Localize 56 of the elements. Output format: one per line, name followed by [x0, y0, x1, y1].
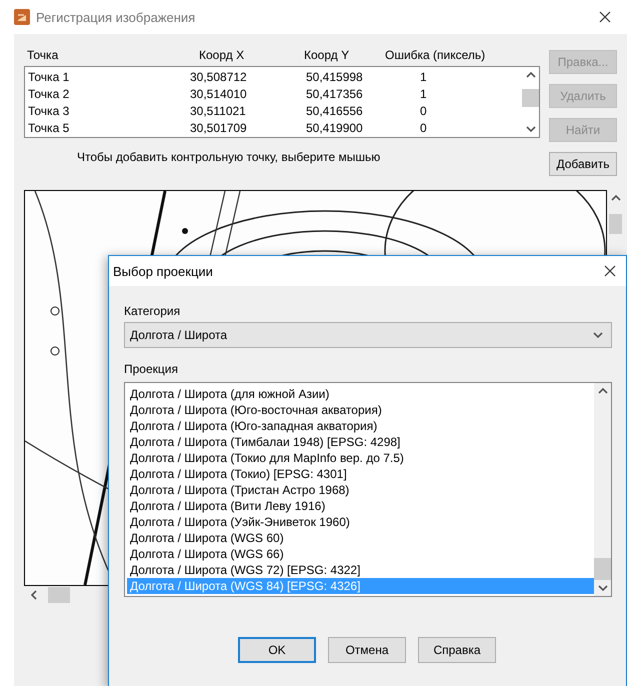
category-dropdown[interactable]: Долгота / Широта — [124, 322, 612, 348]
list-item[interactable]: Долгота / Широта (Токио) [EPSG: 4301] — [127, 466, 594, 482]
table-cell-text: 50,415998 — [306, 70, 364, 84]
table-cell-text: 30,514010 — [190, 86, 248, 100]
list-item[interactable]: Долгота / Широта (Юго-западная акватория) — [127, 418, 594, 434]
table-cell-text: Точка 3 — [28, 104, 70, 118]
table-cell-text: 0 — [419, 104, 428, 118]
scroll-up-icon[interactable] — [610, 194, 620, 202]
table-cell-text: 50,416556 — [306, 104, 364, 118]
list-item[interactable]: Долгота / Широта (Токио для MapInfo вер. до 7.5) — [127, 450, 594, 466]
close-icon[interactable] — [604, 265, 616, 277]
table-cell-text: Точка 1 — [28, 70, 70, 84]
side-button[interactable]: Добавить — [549, 152, 617, 176]
list-item[interactable]: Долгота / Широта (Тимбалаи 1948) [EPSG: 4298] — [127, 434, 594, 450]
list-item[interactable]: Долгота / Широта (Юго-восточная акватория) — [127, 402, 594, 418]
scroll-up-icon[interactable] — [598, 387, 608, 395]
chevron-down-icon — [593, 331, 603, 339]
dialog-button[interactable]: Отмена — [328, 637, 406, 663]
table-cell-text: 1 — [419, 86, 428, 100]
table-cell-text: 30,501709 — [190, 120, 248, 134]
scroll-left-icon[interactable] — [30, 590, 38, 600]
table-cell-text: 50,419900 — [306, 120, 364, 134]
table-cell-text: 30,511021 — [190, 104, 247, 118]
dialog-button[interactable]: OK — [238, 637, 316, 663]
column-header[interactable]: Ошибка (пиксель) — [385, 48, 540, 62]
list-item[interactable]: Долгота / Широта (для южной Азии) — [127, 386, 594, 402]
scrollbar-thumb[interactable] — [48, 587, 70, 603]
list-item[interactable]: Долгота / Широта (Вити Леву 1916) — [127, 498, 594, 514]
window-title: Регистрация изображения — [36, 10, 196, 24]
column-header[interactable]: Коорд X — [193, 48, 303, 62]
list-item[interactable]: Долгота / Широта (WGS 60) — [127, 530, 594, 546]
table-cell-text: 1 — [419, 70, 428, 84]
table-cell-text: 50,417356 — [306, 86, 364, 100]
scroll-up-icon[interactable] — [526, 71, 536, 79]
close-icon[interactable] — [599, 11, 611, 23]
table-cell-text: 30,508712 — [190, 70, 248, 84]
app-icon — [14, 9, 30, 25]
list-item[interactable]: Долгота / Широта (WGS 72) [EPSG: 4322] — [127, 562, 594, 578]
column-header[interactable]: Точка — [27, 48, 193, 62]
list-item[interactable]: Долгота / Широта (Уэйк-Эниветок 1960) — [127, 514, 594, 530]
scrollbar-thumb[interactable] — [594, 558, 611, 580]
dialog-button[interactable]: Справка — [418, 637, 496, 663]
table-cell-text: 0 — [419, 120, 428, 134]
table-cell-text: Точка 5 — [28, 120, 70, 134]
scrollbar-thumb[interactable] — [522, 89, 539, 107]
field-label: Проекция — [124, 362, 179, 378]
column-header[interactable]: Коорд Y — [303, 48, 385, 62]
scroll-down-icon[interactable] — [598, 584, 608, 592]
table-cell-text: Точка 2 — [28, 86, 70, 100]
list-item[interactable]: Долгота / Широта (WGS 66) — [127, 546, 594, 562]
list-item[interactable]: Долгота / Широта (Тристан Астро 1968) — [127, 482, 594, 498]
field-label: Категория — [124, 304, 182, 320]
scrollbar-thumb[interactable] — [609, 214, 622, 234]
scroll-down-icon[interactable] — [526, 125, 536, 133]
dialog-title: Выбор проекции — [113, 264, 213, 278]
hint-text: Чтобы добавить контрольную точку, выберите мышью — [76, 149, 382, 166]
